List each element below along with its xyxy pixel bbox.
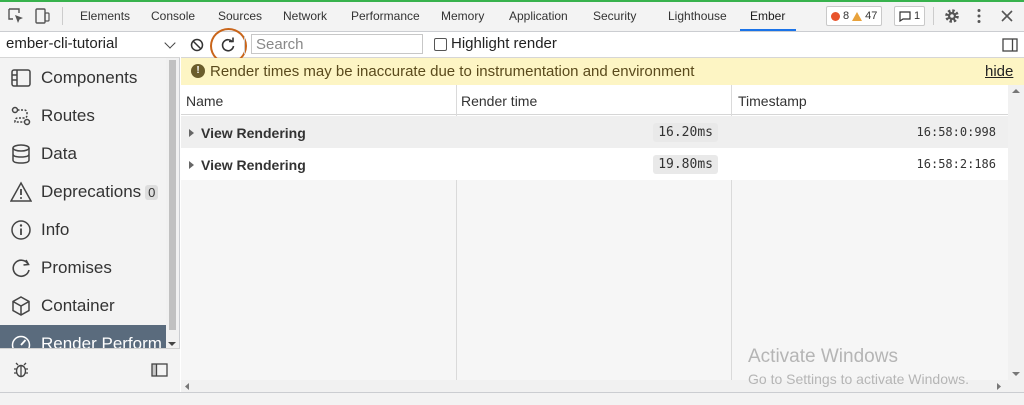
tab-performance[interactable]: Performance (351, 9, 420, 23)
sidebar-item-label: Container (41, 296, 115, 315)
error-icon (831, 11, 840, 21)
sidebar-item-data[interactable]: Data (0, 135, 166, 173)
search-input[interactable] (251, 34, 423, 54)
hide-warning-link[interactable]: hide (985, 63, 1013, 80)
inspect-element-icon[interactable] (7, 7, 25, 25)
message-count: 1 (914, 10, 921, 22)
sidebar-item-label: Data (41, 144, 77, 163)
panel-toggle-icon[interactable] (1002, 38, 1018, 52)
sidebar-item-label: Info (41, 220, 70, 239)
warning-banner: ! Render times may be inaccurate due to … (181, 58, 1024, 85)
app-selector[interactable]: ember-cli-tutorial (0, 32, 180, 58)
close-devtools-icon[interactable] (998, 7, 1016, 25)
sidebar-scrollbar[interactable] (166, 58, 179, 348)
error-count: 8 (843, 10, 850, 22)
messages-counter[interactable]: 1 (894, 6, 926, 26)
devtools-tabbar: Elements Console Sources Network Perform… (0, 0, 1024, 32)
row-name: View Rendering (201, 125, 306, 141)
activate-windows-subtitle: Go to Settings to activate Windows. (748, 371, 969, 387)
warning-message: Render times may be inaccurate due to in… (210, 63, 695, 80)
tab-application[interactable]: Application (509, 9, 568, 23)
components-icon (11, 69, 31, 87)
routes-icon (11, 106, 31, 126)
toolbar-divider (933, 7, 934, 25)
ember-inspector-sidebar: ember-cli-tutorial Components Routes Dat… (0, 32, 180, 392)
cube-icon (12, 296, 30, 316)
app-selector-value: ember-cli-tutorial (6, 35, 118, 52)
tab-memory[interactable]: Memory (441, 9, 484, 23)
message-icon (899, 10, 911, 22)
deprecations-count-badge: 0 (145, 184, 159, 200)
info-icon (11, 220, 31, 240)
tab-ember[interactable]: Ember (750, 9, 785, 23)
bug-icon[interactable] (13, 361, 29, 379)
highlight-render-label: Highlight render (451, 35, 557, 52)
column-header-name[interactable]: Name (186, 93, 223, 109)
promises-icon (12, 259, 30, 277)
tab-network[interactable]: Network (283, 9, 327, 23)
activate-windows-title: Activate Windows (748, 346, 898, 367)
sidebar-item-deprecations[interactable]: Deprecations 0 (0, 173, 166, 211)
row-render-time: 19.80ms (653, 155, 718, 174)
active-tab-indicator (740, 29, 796, 31)
database-icon (12, 144, 30, 164)
column-divider (456, 180, 457, 380)
scrollbar-thumb[interactable] (169, 60, 176, 330)
alert-icon: ! (191, 64, 205, 78)
sidebar-item-label: Routes (41, 106, 95, 125)
top-accent-line (0, 0, 1024, 2)
sidebar-item-container[interactable]: Container (0, 287, 166, 325)
column-header-render-time[interactable]: Render time (461, 93, 537, 109)
sidebar-item-label: Promises (41, 258, 112, 277)
scroll-down-arrow-icon[interactable] (167, 341, 177, 347)
warning-icon (10, 181, 32, 202)
scroll-up-arrow-icon[interactable] (1012, 88, 1020, 94)
settings-gear-icon[interactable] (943, 7, 961, 25)
sidebar-footer (0, 348, 180, 392)
expand-arrow-icon[interactable] (189, 129, 194, 137)
tab-security[interactable]: Security (593, 9, 636, 23)
render-perf-toolbar: Highlight render (181, 28, 1024, 64)
scroll-right-arrow-icon[interactable] (996, 383, 1002, 390)
more-options-icon[interactable] (970, 7, 988, 25)
devtools-bottom-drawer (0, 392, 1024, 405)
table-row[interactable]: View Rendering 19.80ms 16:58:2:186 (181, 148, 1008, 180)
sidebar-item-components[interactable]: Components (0, 59, 166, 97)
sidebar-item-label: Deprecations (41, 182, 142, 201)
issues-counter[interactable]: 8 47 (826, 6, 883, 26)
clear-icon[interactable] (190, 38, 204, 52)
row-render-time: 16.20ms (653, 123, 718, 142)
column-divider (731, 180, 732, 380)
tab-console[interactable]: Console (151, 9, 195, 23)
table-vertical-scrollbar[interactable] (1008, 85, 1024, 392)
row-timestamp: 16:58:2:186 (916, 157, 996, 171)
row-timestamp: 16:58:0:998 (916, 125, 996, 139)
tab-elements[interactable]: Elements (80, 9, 130, 23)
toolbar-divider (244, 36, 245, 54)
device-toolbar-icon[interactable] (33, 7, 51, 25)
sidebar-item-info[interactable]: Info (0, 211, 166, 249)
sidebar-item-label: Components (41, 68, 138, 87)
scroll-down-arrow-icon[interactable] (1012, 371, 1020, 377)
toggle-sidebar-icon[interactable] (151, 363, 168, 377)
column-header-timestamp[interactable]: Timestamp (738, 93, 807, 109)
sidebar-item-promises[interactable]: Promises (0, 249, 166, 287)
tab-sources[interactable]: Sources (218, 9, 262, 23)
table-header: Name Render time Timestamp (181, 85, 1024, 115)
scroll-left-arrow-icon[interactable] (184, 383, 190, 390)
sidebar-item-routes[interactable]: Routes (0, 97, 166, 135)
tab-lighthouse[interactable]: Lighthouse (668, 9, 727, 23)
row-name: View Rendering (201, 157, 306, 173)
warning-count: 47 (865, 10, 878, 22)
toolbar-divider (62, 7, 63, 25)
chevron-down-icon (164, 37, 176, 49)
warning-icon (852, 11, 863, 21)
table-row[interactable]: View Rendering 16.20ms 16:58:0:998 (181, 116, 1008, 148)
expand-arrow-icon[interactable] (189, 161, 194, 169)
highlight-render-checkbox[interactable] (434, 38, 447, 51)
